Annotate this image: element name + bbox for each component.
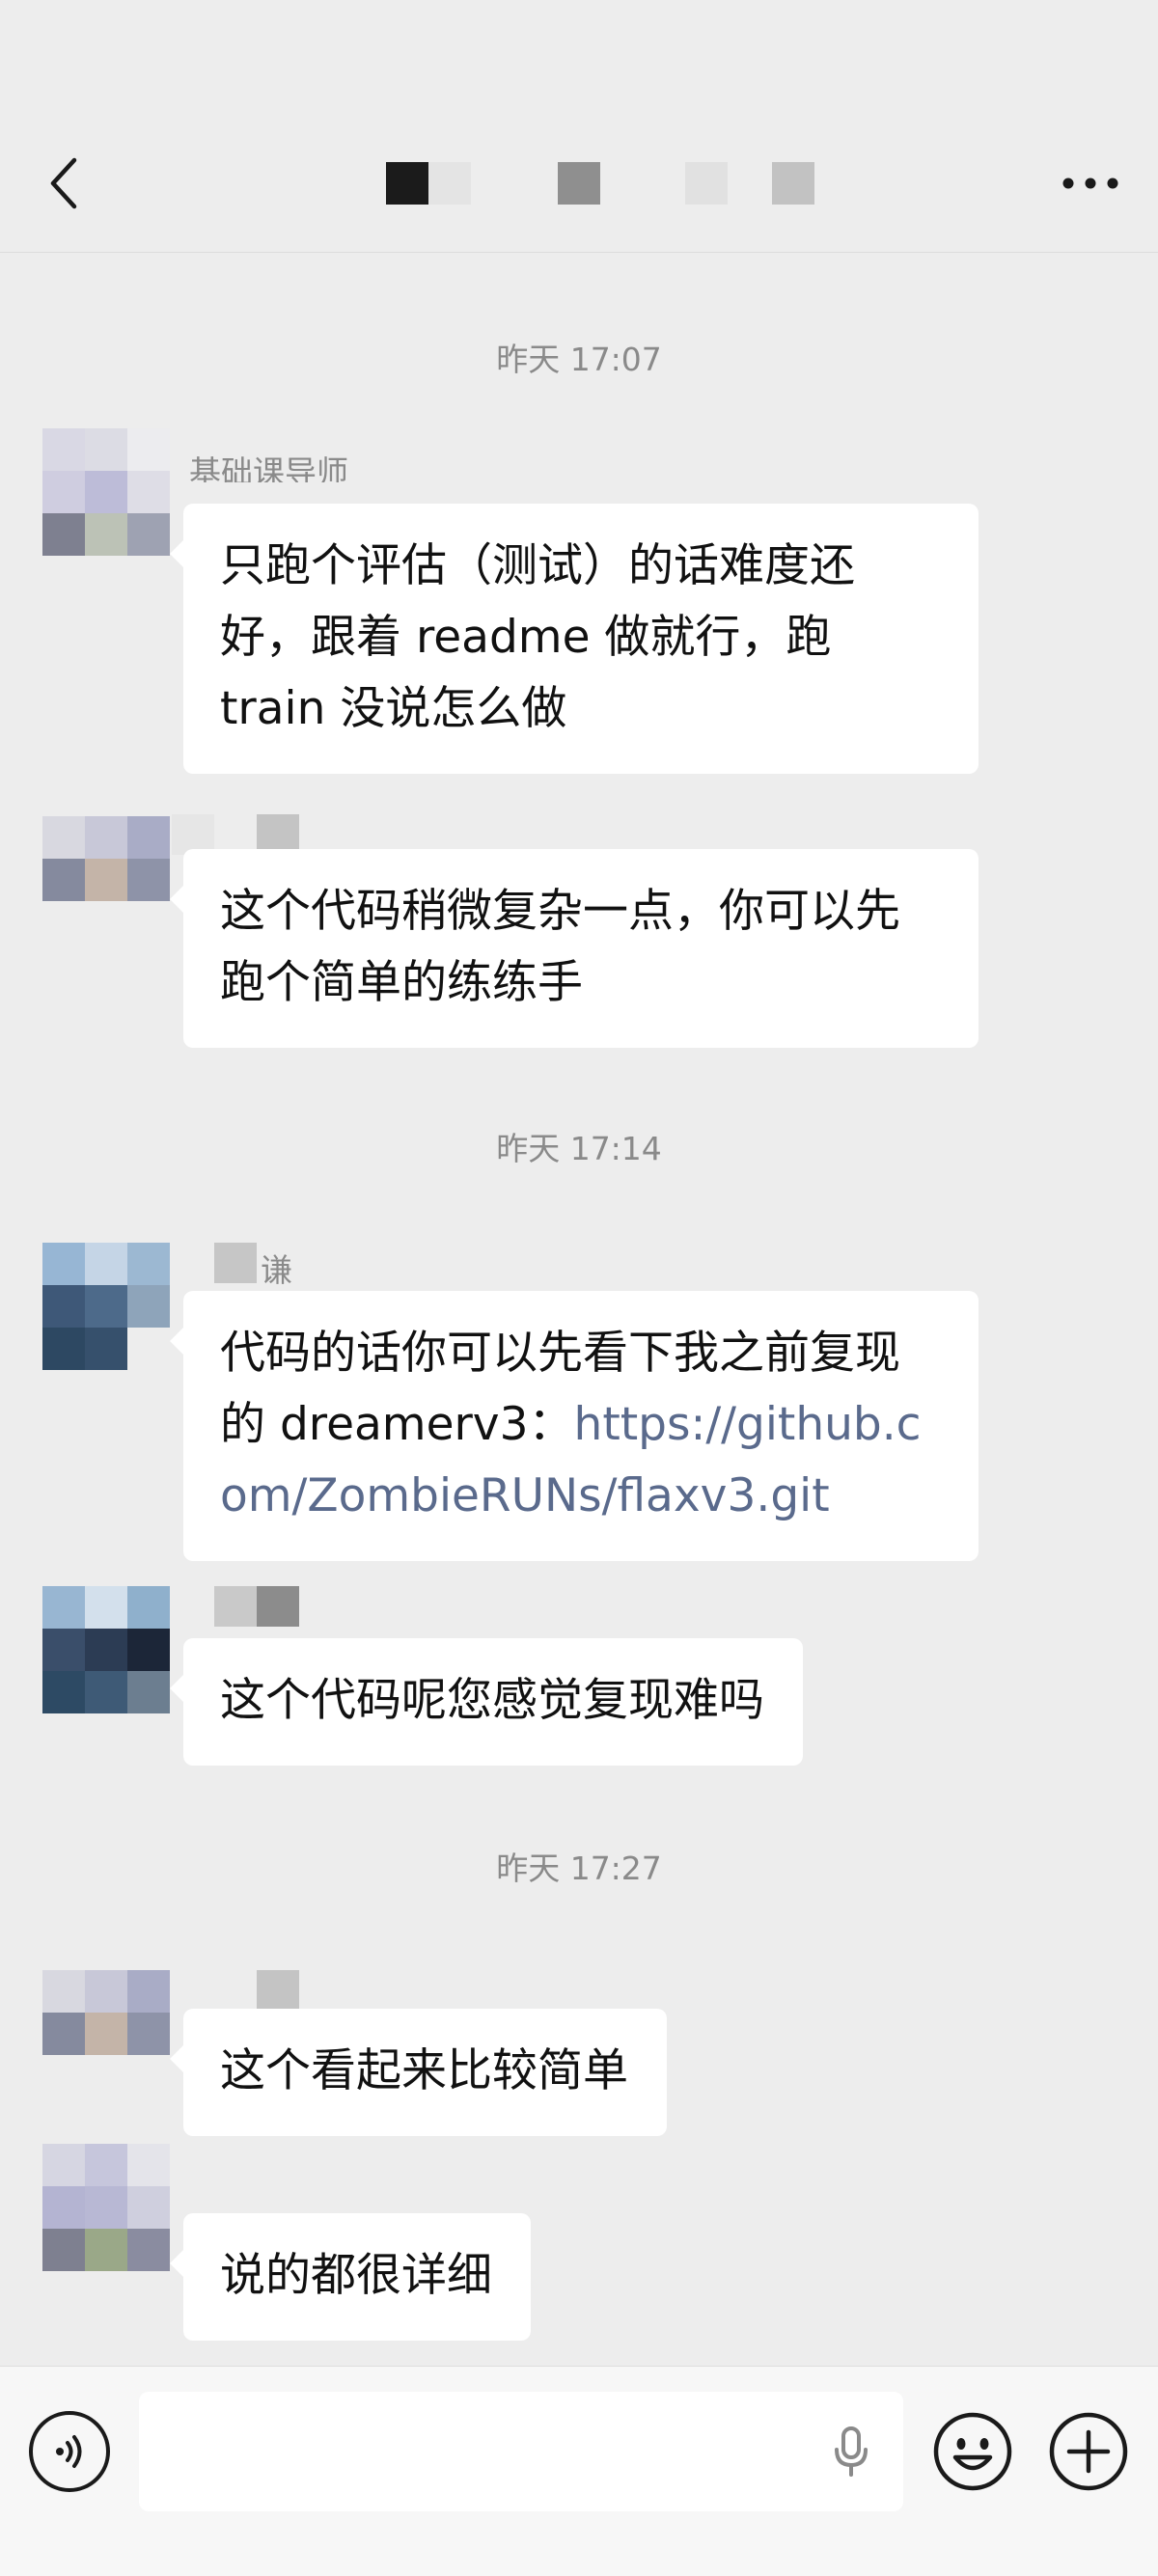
more-options-button[interactable] [1052, 154, 1129, 212]
message-bubble[interactable]: 这个代码稍微复杂一点，你可以先跑个简单的练练手 [170, 849, 979, 1048]
sender-name: 谦 [261, 1251, 292, 1289]
voice-input-button[interactable] [29, 2411, 110, 2492]
avatar[interactable] [42, 1970, 170, 2097]
avatar[interactable] [42, 428, 170, 556]
chat-header [0, 0, 1158, 253]
sender-name-pixelated [214, 1970, 299, 2011]
emoji-button[interactable] [932, 2411, 1013, 2492]
message-bubble[interactable]: 这个看起来比较简单 [170, 2009, 667, 2136]
more-functions-button[interactable] [1048, 2411, 1129, 2492]
timestamp: 昨天 17:07 [496, 341, 662, 378]
message-bubble[interactable]: 代码的话你可以先看下我之前复现的 dreamerv3：https://githu… [170, 1291, 979, 1561]
message-text: 说的都很详细 [220, 2249, 492, 2302]
message-text: 只跑个评估（测试）的话难度还好，跟着 readme 做就行，跑 train 没说… [220, 539, 855, 735]
message-input[interactable] [139, 2392, 903, 2511]
voice-wave-icon [56, 2435, 82, 2468]
smile-icon [933, 2412, 1012, 2491]
message-bubble[interactable]: 只跑个评估（测试）的话难度还好，跟着 readme 做就行，跑 train 没说… [170, 504, 979, 774]
message-bubble[interactable]: 这个代码呢您感觉复现难吗 [170, 1638, 803, 1766]
chevron-left-icon [50, 157, 77, 209]
avatar[interactable] [42, 816, 170, 944]
input-bar [0, 2366, 1158, 2576]
microphone-icon [835, 2426, 868, 2477]
microphone-button[interactable] [820, 2421, 882, 2482]
sender-name: 基础课导师 [189, 453, 348, 482]
more-dots-icon [1062, 178, 1118, 189]
sender-name-pixelated [214, 1243, 257, 1283]
avatar[interactable] [42, 1243, 170, 1370]
avatar[interactable] [42, 1586, 170, 1713]
message-text: 这个代码呢您感觉复现难吗 [220, 1674, 764, 1727]
chat-title-pixelated [347, 162, 830, 220]
message-bubble[interactable]: 说的都很详细 [170, 2213, 531, 2341]
message-text: 这个代码稍微复杂一点，你可以先跑个简单的练练手 [220, 885, 900, 1009]
back-button[interactable] [35, 145, 93, 222]
timestamp: 昨天 17:27 [496, 1850, 662, 1887]
avatar[interactable] [42, 2144, 170, 2271]
plus-circle-icon [1049, 2412, 1128, 2491]
sender-name-pixelated [214, 1586, 299, 1627]
message-text: 这个看起来比较简单 [220, 2044, 628, 2097]
timestamp: 昨天 17:14 [496, 1130, 662, 1167]
